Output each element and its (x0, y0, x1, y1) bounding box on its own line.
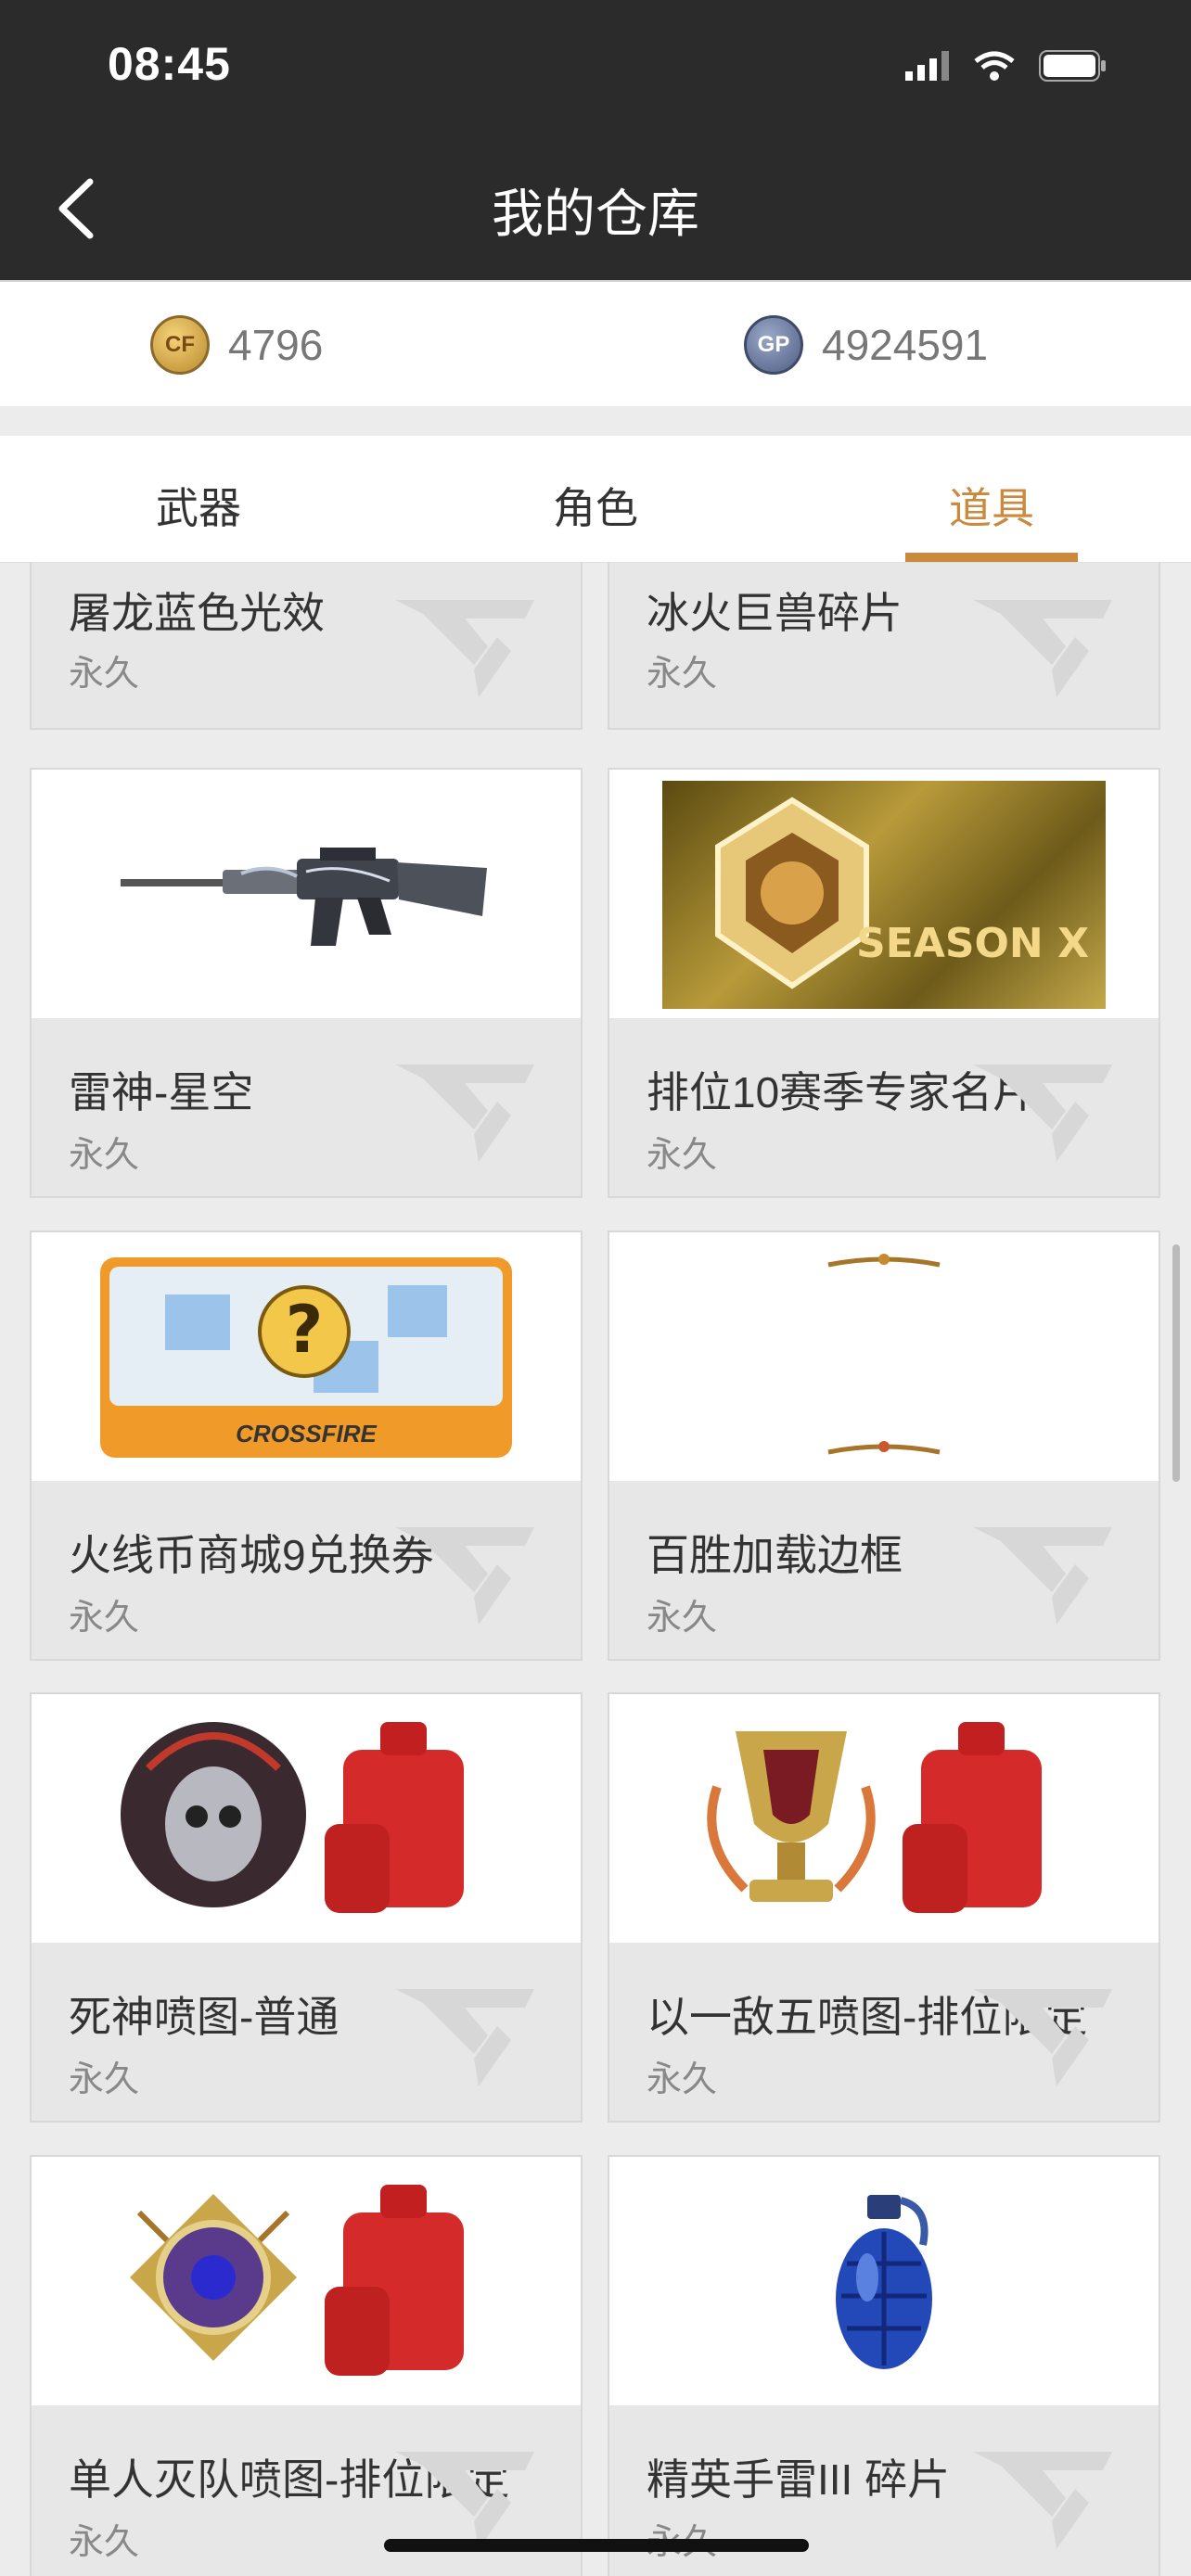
cf-watermark-icon (395, 1989, 534, 2086)
item-image (32, 2157, 581, 2407)
item-image: ? CROSSFIRE (32, 1232, 581, 1483)
divider (0, 406, 1191, 436)
item-duration: 永久 (69, 1136, 140, 1175)
cf-watermark-icon (973, 1989, 1112, 2086)
currency-bar: CF 4796 GP 4924591 (0, 282, 1191, 406)
item-duration: 永久 (69, 2523, 140, 2562)
item-card[interactable]: 冰火巨兽碎片 永久 (608, 563, 1160, 730)
signal-icon (905, 51, 949, 81)
item-info: 百胜加载边框 永久 (609, 1481, 1159, 1659)
item-duration: 永久 (69, 1599, 140, 1638)
cf-watermark-icon (395, 1065, 534, 1162)
status-time: 08:45 (108, 38, 231, 90)
rifle-icon (121, 848, 487, 946)
tab-characters[interactable]: 角色 (553, 475, 638, 536)
item-name: 死神喷图-普通 (69, 1993, 339, 2041)
item-image (609, 1232, 1159, 1483)
item-info: 火线币商城9兑换券 永久 (32, 1481, 581, 1659)
cf-amount: 4796 (228, 321, 324, 369)
cf-balance: CF 4796 (150, 315, 323, 375)
item-card[interactable]: 死神喷图-普通 永久 (30, 1692, 583, 2123)
gp-coin-icon: GP (744, 315, 803, 375)
voucher-text: CROSSFIRE (236, 1420, 377, 1447)
spray-trophy-icon (707, 1722, 1042, 1913)
gp-balance: GP 4924591 (744, 315, 988, 375)
item-duration: 永久 (69, 2060, 140, 2099)
spray-reaper-icon (121, 1722, 464, 1913)
wifi-icon (974, 51, 1015, 81)
tab-weapons[interactable]: 武器 (156, 475, 241, 536)
tab-active-indicator (905, 553, 1078, 562)
item-card[interactable]: ? CROSSFIRE 火线币商城9兑换券 永久 (30, 1231, 583, 1661)
cf-watermark-icon (973, 600, 1112, 697)
category-tabs: 武器 角色 道具 (0, 436, 1191, 564)
item-name: 屠龙蓝色光效 (69, 589, 325, 637)
item-info: 死神喷图-普通 永久 (32, 1943, 581, 2121)
page-title: 我的仓库 (492, 185, 699, 243)
item-info: 排位10赛季专家名片 永久 (609, 1018, 1159, 1196)
cf-watermark-icon (973, 2452, 1112, 2549)
item-card[interactable]: 精英手雷III 碎片 永久 (608, 2155, 1160, 2576)
item-duration: 永久 (647, 2060, 718, 2099)
item-card[interactable]: 以一敌五喷图-排位限定 永久 (608, 1692, 1160, 2123)
gp-amount: 4924591 (822, 321, 989, 369)
item-card[interactable]: 雷神-星空 永久 (30, 768, 583, 1198)
item-duration: 永久 (69, 655, 140, 694)
battery-icon (1039, 50, 1106, 82)
cf-watermark-icon (973, 1527, 1112, 1625)
item-info: 雷神-星空 永久 (32, 1018, 581, 1196)
status-icons (905, 50, 1108, 82)
status-bar: 08:45 (0, 0, 1191, 139)
item-info: 冰火巨兽碎片 永久 (609, 563, 1159, 728)
item-duration: 永久 (647, 1599, 718, 1638)
item-duration: 永久 (647, 655, 718, 694)
item-image (32, 770, 581, 1020)
item-name: 百胜加载边框 (647, 1531, 903, 1579)
svg-text:?: ? (286, 1292, 324, 1368)
item-name: 雷神-星空 (69, 1068, 254, 1116)
cf-watermark-icon (395, 2452, 534, 2549)
item-name: 精英手雷III 碎片 (647, 2455, 951, 2504)
season-text: SEASON X (856, 920, 1089, 967)
frame-icon (827, 1254, 941, 1455)
cf-watermark-icon (395, 1527, 534, 1625)
item-info: 屠龙蓝色光效 永久 (32, 563, 581, 728)
scrollbar[interactable] (1172, 1244, 1180, 1482)
cf-watermark-icon (973, 1065, 1112, 1162)
item-image (32, 1694, 581, 1945)
season-card-icon: SEASON X (662, 781, 1106, 1009)
cf-coin-icon: CF (150, 315, 210, 375)
item-grid: 屠龙蓝色光效 永久 冰火巨兽碎片 永久 雷神-星空 永久 SEASON X 排位… (0, 563, 1191, 2576)
home-indicator[interactable] (384, 2539, 809, 2552)
item-card[interactable]: 百胜加载边框 永久 (608, 1231, 1160, 1661)
item-name: 冰火巨兽碎片 (647, 589, 903, 637)
item-card[interactable]: 屠龙蓝色光效 永久 (30, 563, 583, 730)
item-card[interactable]: 单人灭队喷图-排位限定 永久 (30, 2155, 583, 2576)
item-image (609, 1694, 1159, 1945)
item-card[interactable]: SEASON X 排位10赛季专家名片 永久 (608, 768, 1160, 1198)
tab-items[interactable]: 道具 (949, 475, 1034, 536)
item-image (609, 2157, 1159, 2407)
item-image: SEASON X (609, 770, 1159, 1020)
nav-bar: 我的仓库 (0, 139, 1191, 283)
voucher-icon: ? CROSSFIRE (100, 1257, 512, 1458)
cf-watermark-icon (395, 600, 534, 697)
item-info: 以一敌五喷图-排位限定 永久 (609, 1943, 1159, 2121)
grenade-icon (836, 2195, 932, 2369)
gift-box-icon: ? (165, 1285, 447, 1393)
spray-emblem-icon (130, 2185, 464, 2376)
item-name: 火线币商城9兑换券 (69, 1531, 434, 1579)
item-duration: 永久 (647, 1136, 718, 1175)
